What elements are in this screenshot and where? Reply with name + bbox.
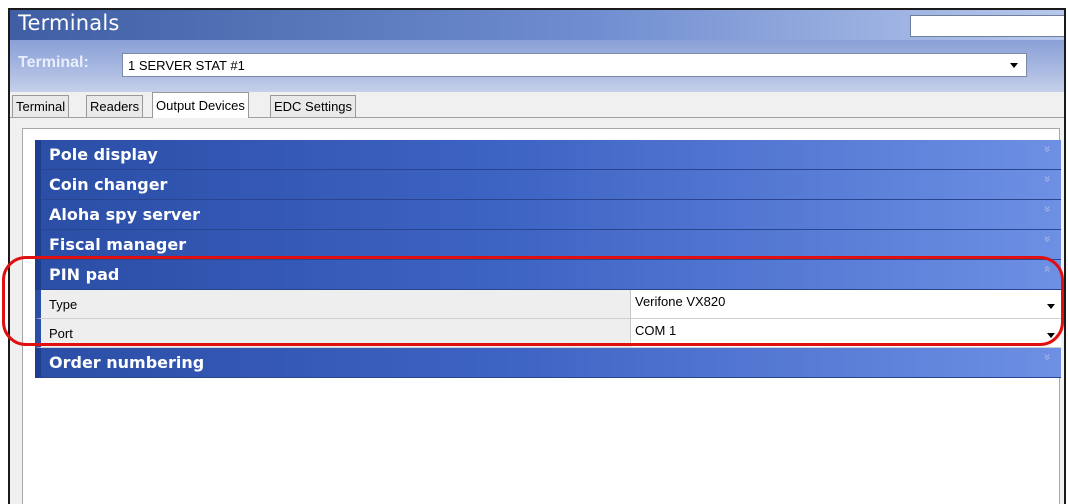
tab-output-devices[interactable]: Output Devices [152, 92, 249, 118]
tab-content: Pole display » Coin changer » Aloha spy … [10, 118, 1064, 504]
pin-pad-type-select[interactable]: Verifone VX820 [631, 290, 1061, 318]
pin-pad-port-select[interactable]: COM 1 [631, 319, 1061, 347]
output-devices-panel: Pole display » Coin changer » Aloha spy … [22, 128, 1061, 504]
property-value: COM 1 [635, 323, 677, 338]
expand-chevron-icon[interactable]: » [1040, 235, 1054, 242]
section-fiscal-manager[interactable]: Fiscal manager » [35, 230, 1061, 260]
title-search-input[interactable] [910, 15, 1064, 37]
property-value: Verifone VX820 [635, 294, 726, 309]
section-pin-pad[interactable]: PIN pad « [35, 260, 1061, 290]
tab-terminal[interactable]: Terminal [12, 95, 70, 117]
section-label: Aloha spy server [49, 205, 201, 224]
collapse-chevron-icon[interactable]: « [1040, 265, 1054, 272]
expand-chevron-icon[interactable]: » [1040, 353, 1054, 360]
section-label: Order numbering [49, 353, 205, 372]
expand-chevron-icon[interactable]: » [1040, 205, 1054, 212]
property-name: Port [41, 319, 631, 347]
pin-pad-port-row: Port COM 1 [35, 319, 1061, 348]
chevron-down-icon[interactable] [1010, 63, 1018, 68]
terminal-select-value: 1 SERVER STAT #1 [128, 58, 245, 73]
expand-chevron-icon[interactable]: » [1040, 145, 1054, 152]
section-coin-changer[interactable]: Coin changer » [35, 170, 1061, 200]
terminal-label: Terminal: [18, 54, 89, 71]
section-label: Fiscal manager [49, 235, 187, 254]
property-name: Type [41, 290, 631, 318]
section-pole-display[interactable]: Pole display » [35, 140, 1061, 170]
terminals-window: Terminals Terminal: 1 SERVER STAT #1 Ter… [8, 8, 1066, 504]
section-label: Pole display [49, 145, 158, 164]
section-label: Coin changer [49, 175, 168, 194]
section-label: PIN pad [49, 265, 120, 284]
section-order-numbering[interactable]: Order numbering » [35, 348, 1061, 378]
terminal-select[interactable]: 1 SERVER STAT #1 [122, 53, 1027, 77]
tab-strip: Terminal Readers Output Devices EDC Sett… [10, 92, 1064, 118]
tab-readers[interactable]: Readers [86, 95, 144, 117]
title-bar: Terminals [10, 10, 1064, 40]
section-aloha-spy-server[interactable]: Aloha spy server » [35, 200, 1061, 230]
chevron-down-icon[interactable] [1047, 333, 1055, 338]
terminal-selector-bar: Terminal: 1 SERVER STAT #1 [10, 40, 1064, 92]
chevron-down-icon[interactable] [1047, 304, 1055, 309]
window-title: Terminals [18, 11, 120, 35]
tab-edc-settings[interactable]: EDC Settings [270, 95, 357, 117]
pin-pad-type-row: Type Verifone VX820 [35, 290, 1061, 319]
expand-chevron-icon[interactable]: » [1040, 175, 1054, 182]
